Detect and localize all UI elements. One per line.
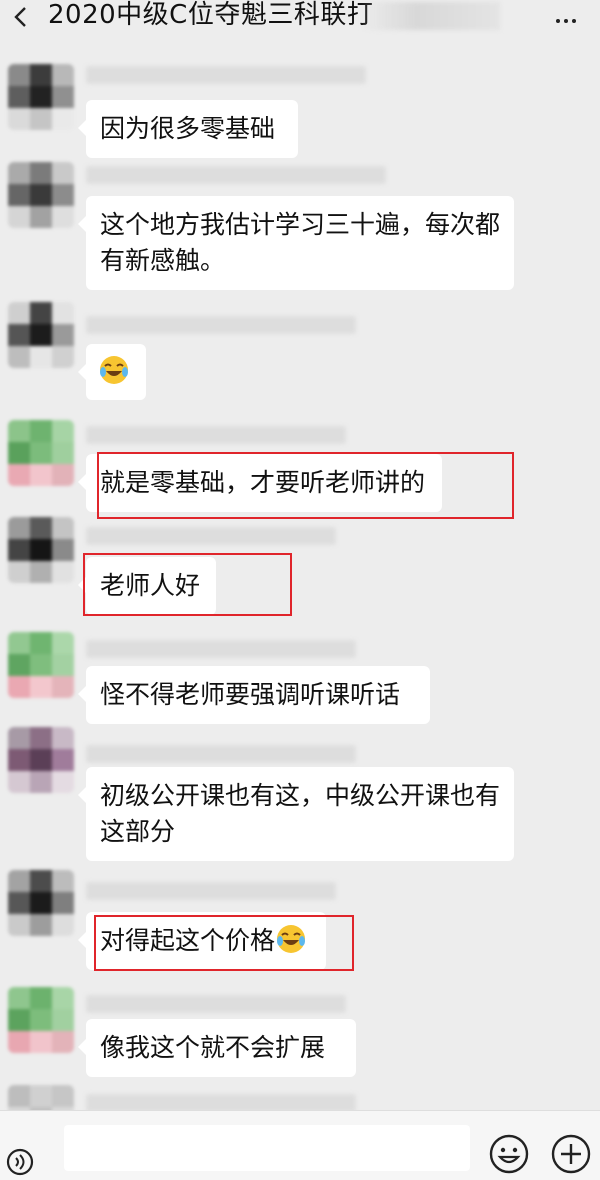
- message-bubble[interactable]: 像我这个就不会扩展: [78, 1019, 356, 1077]
- avatar[interactable]: [8, 987, 74, 1053]
- voice-icon[interactable]: [6, 1147, 38, 1177]
- laughing-crying-emoji-icon: [100, 356, 128, 384]
- chat-title: 2020中级C位夺魁三科联打: [48, 0, 374, 30]
- avatar[interactable]: [8, 64, 74, 130]
- message-input[interactable]: [64, 1125, 470, 1171]
- message-bubble[interactable]: 初级公开课也有这，中级公开课也有这部分: [78, 767, 514, 861]
- message-bubble[interactable]: 因为很多零基础: [78, 100, 298, 158]
- avatar[interactable]: [8, 727, 74, 793]
- sender-nickname-blurred: [86, 426, 346, 444]
- more-options-icon[interactable]: [554, 8, 578, 27]
- message-bubble[interactable]: 这个地方我估计学习三十遍，每次都有新感触。: [78, 196, 514, 290]
- back-arrow-icon[interactable]: [10, 6, 32, 28]
- sender-nickname-blurred: [86, 882, 336, 900]
- avatar[interactable]: [8, 517, 74, 583]
- sender-nickname-blurred: [86, 316, 356, 334]
- avatar[interactable]: [8, 632, 74, 698]
- title-redaction-blur: [360, 2, 500, 30]
- message-bubble[interactable]: [78, 344, 146, 400]
- sender-nickname-blurred: [86, 640, 356, 658]
- avatar[interactable]: [8, 162, 74, 228]
- highlight-box: [94, 915, 354, 971]
- chat-header: 2020中级C位夺魁三科联打: [0, 0, 600, 34]
- message-text: 怪不得老师要强调听课听话: [100, 680, 401, 709]
- sender-nickname-blurred: [86, 745, 356, 763]
- message-text: 像我这个就不会扩展: [100, 1033, 326, 1062]
- sender-nickname-blurred: [86, 166, 386, 184]
- emoji-icon[interactable]: [488, 1133, 530, 1175]
- sender-nickname-blurred: [86, 66, 366, 84]
- message-text: 初级公开课也有这，中级公开课也有这部分: [100, 781, 501, 846]
- avatar[interactable]: [8, 302, 74, 368]
- sender-nickname-blurred: [86, 995, 346, 1013]
- plus-icon[interactable]: [550, 1133, 592, 1175]
- highlight-box: [97, 452, 514, 519]
- message-bubble[interactable]: 怪不得老师要强调听课听话: [78, 666, 430, 724]
- message-text: 这个地方我估计学习三十遍，每次都有新感触。: [100, 210, 501, 275]
- highlight-box: [83, 553, 292, 616]
- chat-input-bar: [0, 1110, 600, 1180]
- message-text: 因为很多零基础: [100, 114, 276, 143]
- avatar[interactable]: [8, 420, 74, 486]
- sender-nickname-blurred: [86, 527, 336, 545]
- avatar[interactable]: [8, 870, 74, 936]
